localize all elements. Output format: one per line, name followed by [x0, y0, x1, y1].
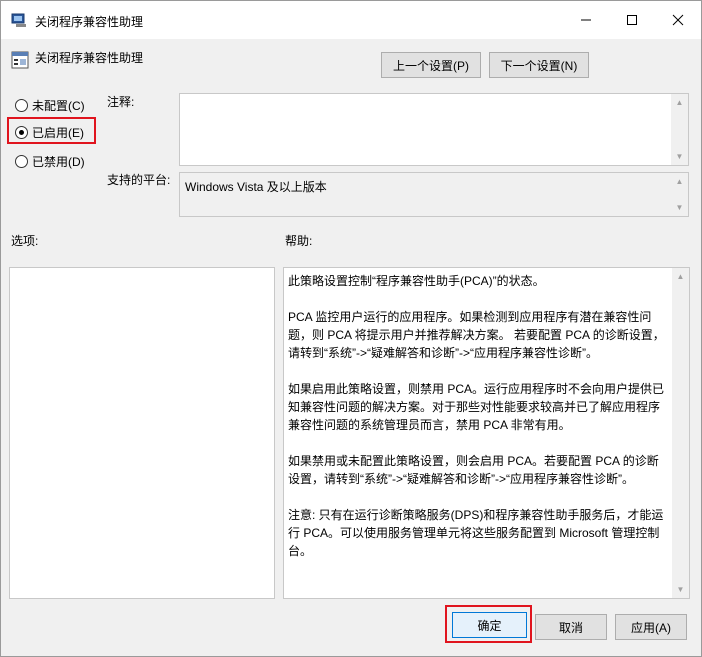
policy-title: 关闭程序兼容性助理 [35, 51, 144, 65]
platform-label: 支持的平台: [107, 173, 171, 187]
help-label: 帮助: [285, 234, 313, 248]
comment-field[interactable]: ▲ ▼ [179, 93, 689, 166]
platform-scrollbar[interactable]: ▲ ▼ [671, 173, 688, 216]
minimize-button[interactable] [563, 1, 609, 39]
help-paragraph: 注意: 只有在运行诊断策略服务(DPS)和程序兼容性助手服务后，才能运行 PCA… [288, 508, 664, 558]
comment-scrollbar[interactable]: ▲ ▼ [671, 94, 688, 165]
scroll-up-icon[interactable]: ▲ [672, 268, 689, 285]
help-paragraph: 此策略设置控制“程序兼容性助手(PCA)”的状态。 [288, 274, 545, 288]
help-paragraph: 如果禁用或未配置此策略设置，则会启用 PCA。若要配置 PCA 的诊断设置，请转… [288, 454, 659, 486]
radio-enabled-label: 已启用(E) [32, 126, 84, 140]
radio-disabled-label: 已禁用(D) [32, 155, 85, 169]
close-icon [672, 14, 684, 26]
radio-not-configured-label: 未配置(C) [32, 99, 85, 113]
radio-not-configured[interactable]: 未配置(C) [15, 97, 85, 114]
scroll-up-icon[interactable]: ▲ [671, 94, 688, 111]
policy-setting-icon [11, 51, 29, 69]
next-setting-button[interactable]: 下一个设置(N) [489, 52, 589, 78]
scroll-down-icon[interactable]: ▼ [671, 148, 688, 165]
help-scrollbar[interactable]: ▲ ▼ [672, 268, 689, 598]
apply-button[interactable]: 应用(A) [615, 614, 687, 640]
ok-button[interactable]: 确定 [452, 612, 527, 638]
help-paragraph: PCA 监控用户运行的应用程序。如果检测到应用程序有潜在兼容性问题，则 PCA … [288, 310, 665, 360]
window-title: 关闭程序兼容性助理 [35, 15, 144, 29]
platform-value: Windows Vista 及以上版本 [185, 180, 327, 194]
platform-field: Windows Vista 及以上版本 ▲ ▼ [179, 172, 689, 217]
scroll-down-icon[interactable]: ▼ [671, 199, 688, 216]
scroll-down-icon[interactable]: ▼ [672, 581, 689, 598]
previous-setting-button[interactable]: 上一个设置(P) [381, 52, 481, 78]
policy-dialog: 关闭程序兼容性助理 关闭程序兼容性助理 上一个设置(P) 下一个设置(N) 未配… [0, 0, 702, 657]
options-pane[interactable] [9, 267, 275, 599]
options-label: 选项: [11, 234, 39, 248]
radio-enabled[interactable]: 已启用(E) [15, 124, 84, 141]
help-paragraph: 如果启用此策略设置，则禁用 PCA。运行应用程序时不会向用户提供已知兼容性问题的… [288, 382, 665, 432]
maximize-button[interactable] [609, 1, 655, 39]
maximize-icon [627, 15, 637, 25]
cancel-button[interactable]: 取消 [535, 614, 607, 640]
comment-label: 注释: [107, 95, 135, 109]
radio-disabled[interactable]: 已禁用(D) [15, 153, 85, 170]
minimize-icon [581, 19, 591, 21]
close-button[interactable] [655, 1, 701, 39]
scroll-up-icon[interactable]: ▲ [671, 173, 688, 190]
help-text: 此策略设置控制“程序兼容性助手(PCA)”的状态。 PCA 监控用户运行的应用程… [288, 272, 669, 560]
radio-enabled-circle[interactable] [15, 126, 28, 139]
radio-not-configured-circle[interactable] [15, 99, 28, 112]
radio-disabled-circle[interactable] [15, 155, 28, 168]
help-pane[interactable]: 此策略设置控制“程序兼容性助手(PCA)”的状态。 PCA 监控用户运行的应用程… [283, 267, 690, 599]
title-bar[interactable]: 关闭程序兼容性助理 [1, 1, 701, 39]
policy-window-icon [11, 13, 26, 27]
